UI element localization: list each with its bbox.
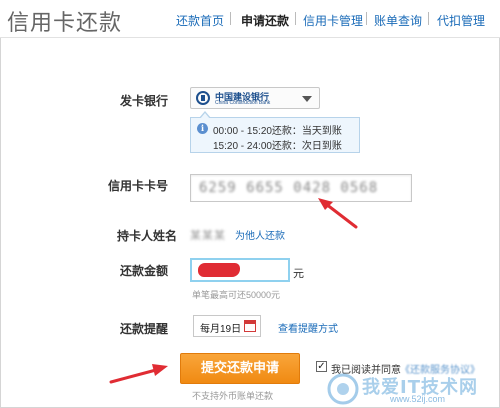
submit-repayment-button[interactable]: 提交还款申请 [180, 353, 300, 384]
redaction-mark [198, 263, 240, 277]
bank-label: 发卡银行 [119, 94, 168, 108]
annotation-arrow-icon [318, 198, 358, 229]
nav-apply-repayment[interactable]: 申请还款 [241, 12, 289, 29]
amount-unit: 元 [293, 268, 304, 280]
bank-name-en: China Construction Bank [215, 100, 271, 106]
reminder-label: 还款提醒 [119, 322, 168, 336]
arrival-time-tip: i 00:00 - 15:20还款：当天到账 15:20 - 24:00还款：次… [190, 111, 360, 153]
reminder-date-value: 每月19日 [200, 324, 242, 335]
agree-checkbox[interactable]: ✓ [316, 361, 327, 372]
nav-card-management[interactable]: 信用卡管理 [303, 12, 363, 29]
amount-label: 还款金额 [119, 264, 168, 278]
amount-input[interactable] [190, 258, 290, 282]
annotation-arrow-icon [109, 364, 168, 384]
info-icon: i [197, 123, 208, 134]
header-bar: 信用卡还款 还款首页 申请还款 信用卡管理 账单查询 代扣管理 [0, 0, 500, 38]
tip-line-next-day: 15:20 - 24:00还款：次日到账 [213, 141, 342, 152]
chevron-down-icon[interactable] [302, 96, 312, 102]
holder-name-label: 持卡人姓名 [116, 229, 177, 243]
calendar-icon[interactable] [244, 320, 256, 332]
tip-line-same-day: 00:00 - 15:20还款：当天到账 [213, 126, 342, 137]
nav-bill-query[interactable]: 账单查询 [374, 12, 422, 29]
nav-divider [366, 12, 367, 25]
view-reminder-method-link[interactable]: 查看提醒方式 [278, 320, 338, 335]
repay-for-others-link[interactable]: 为他人还款 [235, 227, 285, 242]
page-frame [0, 0, 500, 408]
nav-home[interactable]: 还款首页 [176, 12, 224, 29]
page-title: 信用卡还款 [7, 11, 123, 36]
watermark-logo-icon [327, 373, 359, 405]
bank-select[interactable]: 中国建设银行 China Construction Bank [190, 87, 320, 109]
site-watermark: 我爱IT技术网 www.52ij.com [326, 372, 496, 406]
watermark-url: www.52ij.com [390, 394, 446, 404]
nav-auto-debit[interactable]: 代扣管理 [437, 12, 485, 29]
nav-divider [428, 12, 429, 25]
nav-divider [230, 12, 231, 25]
card-number-label: 信用卡卡号 [107, 179, 168, 193]
amount-limit-hint: 单笔最高可还50000元 [192, 290, 281, 300]
card-number-input[interactable]: 6259 6655 0428 0568 [190, 174, 412, 202]
reminder-date-input[interactable]: 每月19日 [193, 315, 261, 337]
card-number-value: 6259 6655 0428 0568 [199, 180, 379, 196]
ccb-logo-icon [196, 91, 210, 105]
holder-name-value: 某某某 [190, 230, 226, 242]
nav-divider [295, 12, 296, 25]
foreign-currency-hint: 不支持外币账单还款 [192, 391, 274, 401]
